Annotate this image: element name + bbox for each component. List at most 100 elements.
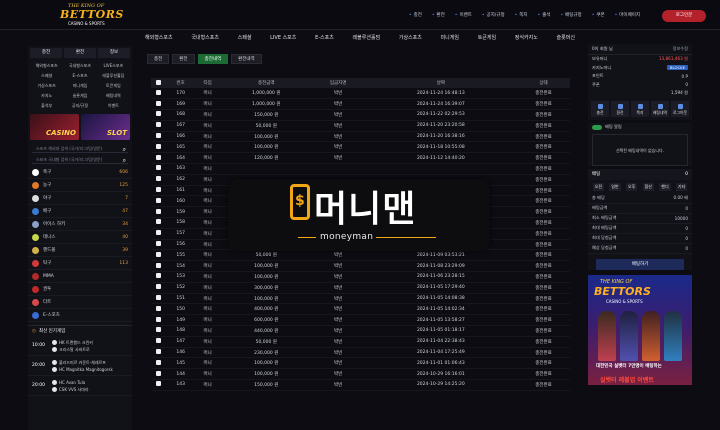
bet-tab[interactable]: 일반 [609, 182, 621, 191]
table-row[interactable]: 154 머니 100,000 원 박빈 2024-11-08 23:29:09 충전완료 [151, 260, 570, 273]
top-nav-item[interactable]: • 이벤트 [455, 12, 472, 18]
left-action-button[interactable]: 충전 [30, 48, 62, 58]
left-menu-item[interactable]: 카지노 [30, 91, 63, 101]
table-row[interactable]: 147 머니 50,000 원 박빈 2024-11-04 22:38:43 충전완료 [151, 336, 570, 348]
promo-banner[interactable]: THE KING OF BETTORS CASINO & SPORTS 대한민국… [588, 274, 692, 385]
sport-item[interactable]: 핸드볼 39 [28, 244, 132, 257]
left-menu-item[interactable]: 레볼루션홀덤 [97, 71, 130, 81]
row-checkbox[interactable] [156, 359, 162, 365]
match-item[interactable]: 20:00 블라드미르 카운트-체레르프 HC Magnitka Magnitogo… [28, 356, 132, 376]
top-nav-item[interactable]: • 공지/규정 [482, 12, 505, 18]
bet-tab[interactable]: 기타 [675, 182, 688, 191]
sport-item[interactable]: 야구 7 [28, 192, 132, 205]
table-row[interactable]: 149 머니 600,000 원 박빈 2024-11-05 13:58:27 충전완료 [151, 314, 570, 327]
slot-banner[interactable]: SLOT [81, 114, 130, 140]
row-checkbox[interactable] [156, 219, 162, 225]
table-row[interactable]: 167 머니 50,000 원 박빈 2024-11-20 23:20:58 충전완료 [151, 120, 570, 132]
top-nav-item[interactable]: • 쿠폰 [592, 12, 605, 18]
row-checkbox[interactable] [156, 349, 162, 355]
table-row[interactable]: 170 머니 1,000,000 원 박빈 2024-11-24 16:48:13 충전완… [151, 88, 570, 100]
sport-item[interactable]: 테니스 40 [28, 231, 132, 244]
left-menu-item[interactable]: LIVE스포츠 [97, 61, 130, 71]
menu-item[interactable]: 국내형스포츠 [191, 34, 219, 41]
top-nav-item[interactable]: • 배팅규정 [560, 12, 581, 18]
search-icon[interactable]: ⌕ [123, 145, 126, 154]
table-row[interactable]: 152 머니 300,000 원 박빈 2024-11-05 17:29:40 충전완료 [151, 282, 570, 294]
search-input-domestic[interactable]: 스포츠 국내형 검색 (국가/리그/팀/영문) ⌕ [32, 155, 128, 164]
menu-item[interactable]: 슬롯머신 [557, 34, 575, 41]
table-row[interactable]: 150 머니 400,000 원 박빈 2024-11-05 14:02:34 충전완료 [151, 303, 570, 316]
menu-item[interactable]: 해외형스포츠 [145, 34, 173, 41]
left-menu-item[interactable]: 토큰게임 [97, 81, 130, 91]
bet-tab[interactable]: 오전 [592, 182, 605, 191]
left-menu-item[interactable]: 가상스포츠 [30, 81, 63, 91]
bet-tab[interactable]: 오후 [625, 182, 638, 191]
row-checkbox[interactable] [156, 338, 162, 344]
menu-item[interactable]: LIVE 스포츠 [270, 34, 296, 41]
tab-0[interactable]: 충전 [147, 54, 170, 64]
sport-item[interactable]: 다트 [28, 296, 132, 309]
row-checkbox[interactable] [156, 273, 162, 279]
login-button[interactable]: 로그인문 [662, 10, 706, 22]
row-checkbox[interactable] [156, 122, 162, 128]
sport-item[interactable]: 축구 606 [28, 166, 132, 179]
left-menu-item[interactable]: 공지/규정 [63, 101, 96, 111]
row-checkbox[interactable] [156, 262, 162, 268]
row-checkbox[interactable] [156, 111, 162, 117]
table-row[interactable]: 163 머니 충전완료 [151, 163, 570, 175]
table-row[interactable]: 155 머니 50,000 원 박빈 2024-11-09 03:53:21 충전완료 [151, 249, 570, 262]
row-checkbox[interactable] [156, 165, 162, 171]
table-row[interactable]: 169 머니 1,000,000 원 박빈 2024-11-24 16:39:07 충전완… [151, 98, 570, 111]
match-item[interactable]: 20:00 HC Avan Tula CSK VVS 사마라 [28, 376, 132, 396]
left-menu-item[interactable]: 슬롯게임 [63, 91, 96, 101]
table-row[interactable]: 153 머니 100,000 원 박빈 2024-11-06 23:28:15 충전완료 [151, 271, 570, 283]
user-action-button[interactable]: 로그아웃 [671, 100, 689, 117]
top-nav-item[interactable]: • 쪽지 [515, 12, 528, 18]
table-row[interactable]: 146 머니 230,000 원 박빈 2024-11-04 17:25:49 충전완료 [151, 347, 570, 359]
bet-tab[interactable]: 핸디 [659, 182, 671, 191]
left-menu-item[interactable]: 이벤트 [97, 101, 130, 111]
row-checkbox[interactable] [156, 176, 162, 182]
row-checkbox[interactable] [156, 381, 162, 387]
row-checkbox[interactable] [156, 100, 162, 106]
top-nav-item[interactable]: • 출석 [538, 12, 551, 18]
user-action-button[interactable]: 배팅내역 [651, 100, 669, 117]
left-menu-item[interactable]: 국내형스포츠 [63, 61, 96, 71]
sport-item[interactable]: 농구 125 [28, 179, 132, 192]
row-checkbox[interactable] [156, 143, 162, 149]
table-row[interactable]: 168 머니 150,000 원 박빈 2024-11-22 02:29:53 충전완료 [151, 109, 570, 121]
left-menu-item[interactable]: E-스포츠 [63, 71, 96, 81]
table-row[interactable]: 145 머니 100,000 원 박빈 2024-11-01 01:06:43 충전완료 [151, 357, 570, 370]
tab-2[interactable]: 충전내역 [197, 54, 229, 64]
place-bet-button[interactable]: 배팅하기 [596, 258, 684, 270]
table-row[interactable]: 144 머니 100,000 원 박빈 2024-10-29 16:16:01 충전완료 [151, 368, 570, 381]
row-checkbox[interactable] [156, 370, 162, 376]
sport-item[interactable]: 아이스 하키 34 [28, 218, 132, 231]
user-action-button[interactable]: 쪽지 [631, 100, 649, 117]
row-checkbox[interactable] [156, 208, 162, 214]
table-row[interactable]: 166 머니 100,000 원 박빈 2024-11-20 16:38:16 충전완료 [151, 131, 570, 143]
menu-item[interactable]: 토큰게임 [478, 34, 496, 41]
left-menu-item[interactable]: 미니게임 [63, 81, 96, 91]
table-row[interactable]: 151 머니 100,000 원 박빈 2024-11-05 14:08:38 충전완료 [151, 293, 570, 305]
row-checkbox[interactable] [156, 154, 162, 160]
bet-alert-toggle[interactable]: 배팅 알림 [588, 123, 692, 132]
edit-profile-link[interactable]: 정보수정 [673, 46, 688, 52]
search-icon[interactable]: ⌕ [123, 156, 126, 165]
table-row[interactable]: 165 머니 100,000 원 박빈 2024-11-18 10:55:08 충전완료 [151, 141, 570, 154]
sport-item[interactable]: 배구 47 [28, 205, 132, 218]
search-input-overseas[interactable]: 스포츠 해외대 검색 (국가/리그/팀/영문) ⌕ [32, 144, 128, 153]
tab-1[interactable]: 환전 [172, 54, 195, 64]
sport-item[interactable]: 권투 [28, 283, 132, 296]
toggle-switch[interactable] [592, 124, 602, 130]
sport-item[interactable]: 탁구 113 [28, 257, 132, 270]
row-checkbox[interactable] [156, 284, 162, 290]
row-checkbox[interactable] [156, 197, 162, 203]
menu-item[interactable]: 미니게임 [441, 34, 459, 41]
row-checkbox[interactable] [156, 241, 162, 247]
left-action-button[interactable]: 환전 [64, 48, 96, 58]
menu-item[interactable]: 스페셜 [238, 34, 252, 41]
sport-item[interactable]: MMA [28, 270, 132, 283]
bet-tab[interactable]: 합산 [642, 182, 654, 191]
left-menu-item[interactable]: 해외형스포츠 [30, 61, 63, 71]
